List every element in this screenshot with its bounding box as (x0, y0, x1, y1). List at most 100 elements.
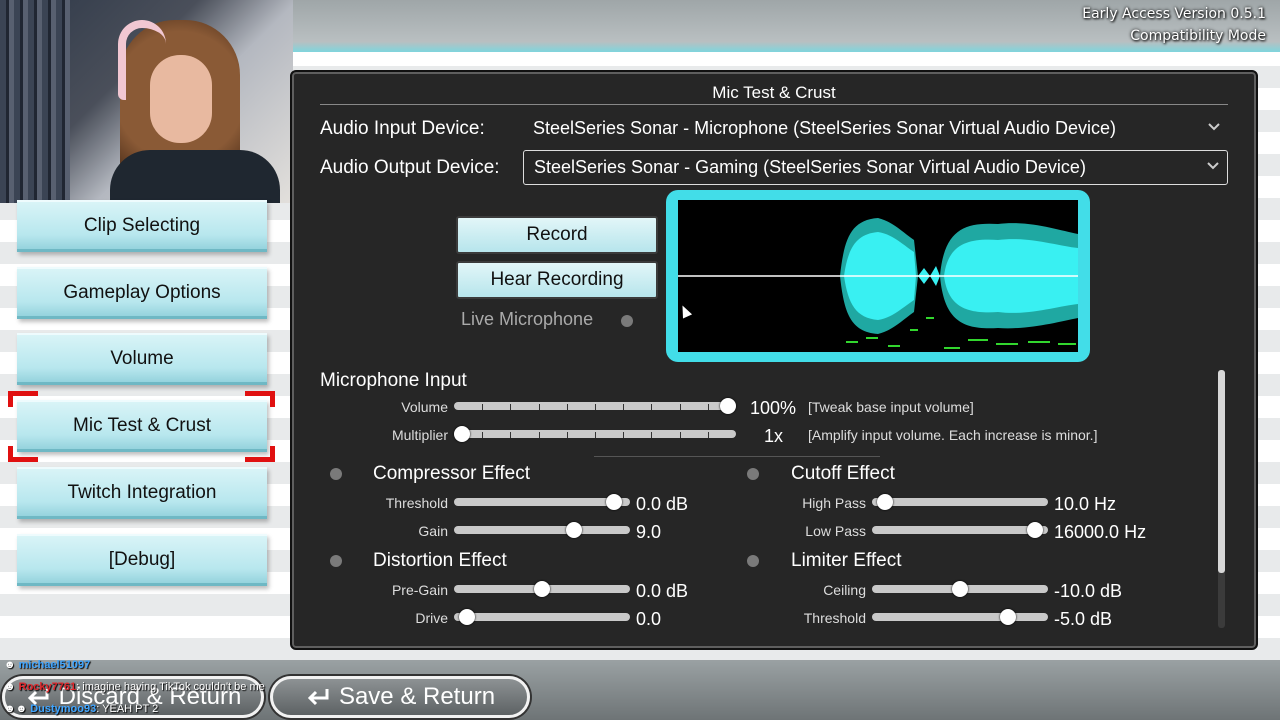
chat-text: : YEAH PT 2 (96, 703, 159, 715)
highpass-label: High Pass (802, 495, 866, 511)
sidebar-item-label: [Debug] (108, 548, 176, 570)
pregain-slider[interactable] (454, 581, 630, 597)
slider-tick (482, 404, 483, 410)
slider-track[interactable] (454, 526, 630, 534)
bookshelf-image (0, 0, 70, 203)
sidebar-item-twitch-integration[interactable]: Twitch Integration (17, 467, 267, 519)
slider-track[interactable] (872, 613, 1048, 621)
input-device-value: SteelSeries Sonar - Microphone (SteelSer… (533, 118, 1116, 138)
highpass-value: 10.0 Hz (1054, 494, 1117, 514)
drive-value: 0.0 (636, 609, 662, 629)
slider-handle[interactable] (877, 494, 893, 510)
slider-track[interactable] (872, 498, 1048, 506)
chat-username: michael51097 (18, 659, 91, 671)
cutoff-toggle[interactable] (747, 468, 759, 480)
volume-note: [Tweak base input volume] (808, 399, 974, 415)
multiplier-note: [Amplify input volume. Each increase is … (808, 427, 1098, 443)
sidebar-item-label: Volume (110, 347, 174, 369)
distortion-toggle[interactable] (330, 555, 342, 567)
input-device-label: Audio Input Device: (320, 118, 485, 139)
slider-track[interactable] (872, 526, 1048, 534)
sidebar-item-label: Mic Test & Crust (73, 414, 211, 436)
return-arrow-icon (307, 689, 329, 706)
slider-tick (539, 404, 540, 410)
volume-slider[interactable] (454, 398, 736, 414)
lowpass-label: Low Pass (805, 523, 866, 539)
chat-emote-icon: ☻ (4, 681, 16, 693)
sidebar-item-debug[interactable]: [Debug] (17, 534, 267, 586)
record-button[interactable]: Record (456, 216, 658, 254)
lowpass-slider[interactable] (872, 522, 1048, 538)
compat-mode-label: Compatibility Mode (1130, 28, 1266, 44)
limiter-threshold-label: Threshold (803, 610, 866, 626)
lowpass-value: 16000.0 Hz (1054, 522, 1147, 542)
slider-tick (680, 404, 681, 410)
panel-title: Mic Test & Crust (320, 83, 1228, 105)
selection-bracket-tl (8, 391, 38, 407)
compressor-threshold-slider[interactable] (454, 494, 630, 510)
slider-handle[interactable] (952, 581, 968, 597)
sidebar-item-volume[interactable]: Volume (17, 333, 267, 385)
sidebar-item-label: Gameplay Options (63, 281, 221, 303)
slider-handle[interactable] (454, 426, 470, 442)
selection-bracket-bl (8, 446, 38, 462)
limiter-toggle[interactable] (747, 555, 759, 567)
hear-recording-button[interactable]: Hear Recording (456, 261, 658, 299)
chat-message: ☻ Rocky7761: imagine having TikTok could… (4, 681, 265, 693)
output-device-dropdown[interactable]: SteelSeries Sonar - Gaming (SteelSeries … (523, 150, 1228, 185)
volume-value: 100% (750, 398, 797, 418)
volume-label: Volume (401, 399, 448, 415)
cutoff-title: Cutoff Effect (791, 463, 895, 484)
slider-handle[interactable] (534, 581, 550, 597)
ceiling-value: -10.0 dB (1054, 581, 1123, 601)
limiter-threshold-slider[interactable] (872, 609, 1048, 625)
webcam-feed (0, 0, 293, 203)
save-return-button[interactable]: Save & Return (270, 676, 530, 718)
slider-tick (651, 404, 652, 410)
slider-handle[interactable] (606, 494, 622, 510)
chat-text: : imagine having TikTok couldn't be me (76, 681, 265, 693)
compressor-gain-slider[interactable] (454, 522, 630, 538)
chat-username: Rocky7761 (18, 681, 77, 693)
slider-tick (567, 404, 568, 410)
slider-tick (482, 432, 483, 438)
save-label: Save & Return (338, 683, 496, 710)
chevron-down-icon (1207, 162, 1219, 170)
version-label: Early Access Version 0.5.1 (1082, 6, 1266, 22)
live-microphone-toggle[interactable] (621, 315, 633, 327)
input-device-dropdown[interactable]: SteelSeries Sonar - Microphone (SteelSer… (523, 112, 1228, 147)
slider-track[interactable] (454, 613, 630, 621)
headphones (118, 20, 166, 100)
sidebar-item-gameplay-options[interactable]: Gameplay Options (17, 267, 267, 319)
slider-handle[interactable] (566, 522, 582, 538)
drive-slider[interactable] (454, 609, 630, 625)
chat-message: ☻ michael51097 (4, 659, 90, 671)
pregain-value: 0.0 dB (636, 581, 689, 601)
sidebar-item-clip-selecting[interactable]: Clip Selecting (17, 200, 267, 252)
compressor-toggle[interactable] (330, 468, 342, 480)
compressor-threshold-label: Threshold (385, 495, 448, 511)
slider-tick (567, 432, 568, 438)
highpass-slider[interactable] (872, 494, 1048, 510)
live-microphone-label: Live Microphone (461, 309, 594, 329)
slider-handle[interactable] (720, 398, 736, 414)
chat-message: ☻☻ Dustymoo93: YEAH PT 2 (4, 703, 158, 715)
slider-tick (708, 404, 709, 410)
slider-handle[interactable] (459, 609, 475, 625)
ceiling-label: Ceiling (823, 582, 866, 598)
settings-scrollbar[interactable] (1218, 370, 1225, 628)
slider-handle[interactable] (1027, 522, 1043, 538)
selection-bracket-br (245, 446, 275, 462)
slider-handle[interactable] (1000, 609, 1016, 625)
multiplier-slider[interactable] (454, 426, 736, 442)
chat-emote-icon: ☻☻ (4, 703, 28, 715)
ceiling-slider[interactable] (872, 581, 1048, 597)
pregain-label: Pre-Gain (391, 582, 448, 598)
sidebar-item-label: Clip Selecting (83, 214, 201, 236)
sidebar-item-mic-test[interactable]: Mic Test & Crust (17, 400, 267, 452)
slider-track[interactable] (454, 498, 630, 506)
slider-tick (680, 432, 681, 438)
chevron-down-icon (1208, 123, 1220, 131)
compressor-threshold-value: 0.0 dB (636, 494, 689, 514)
scrollbar-thumb[interactable] (1218, 370, 1225, 573)
